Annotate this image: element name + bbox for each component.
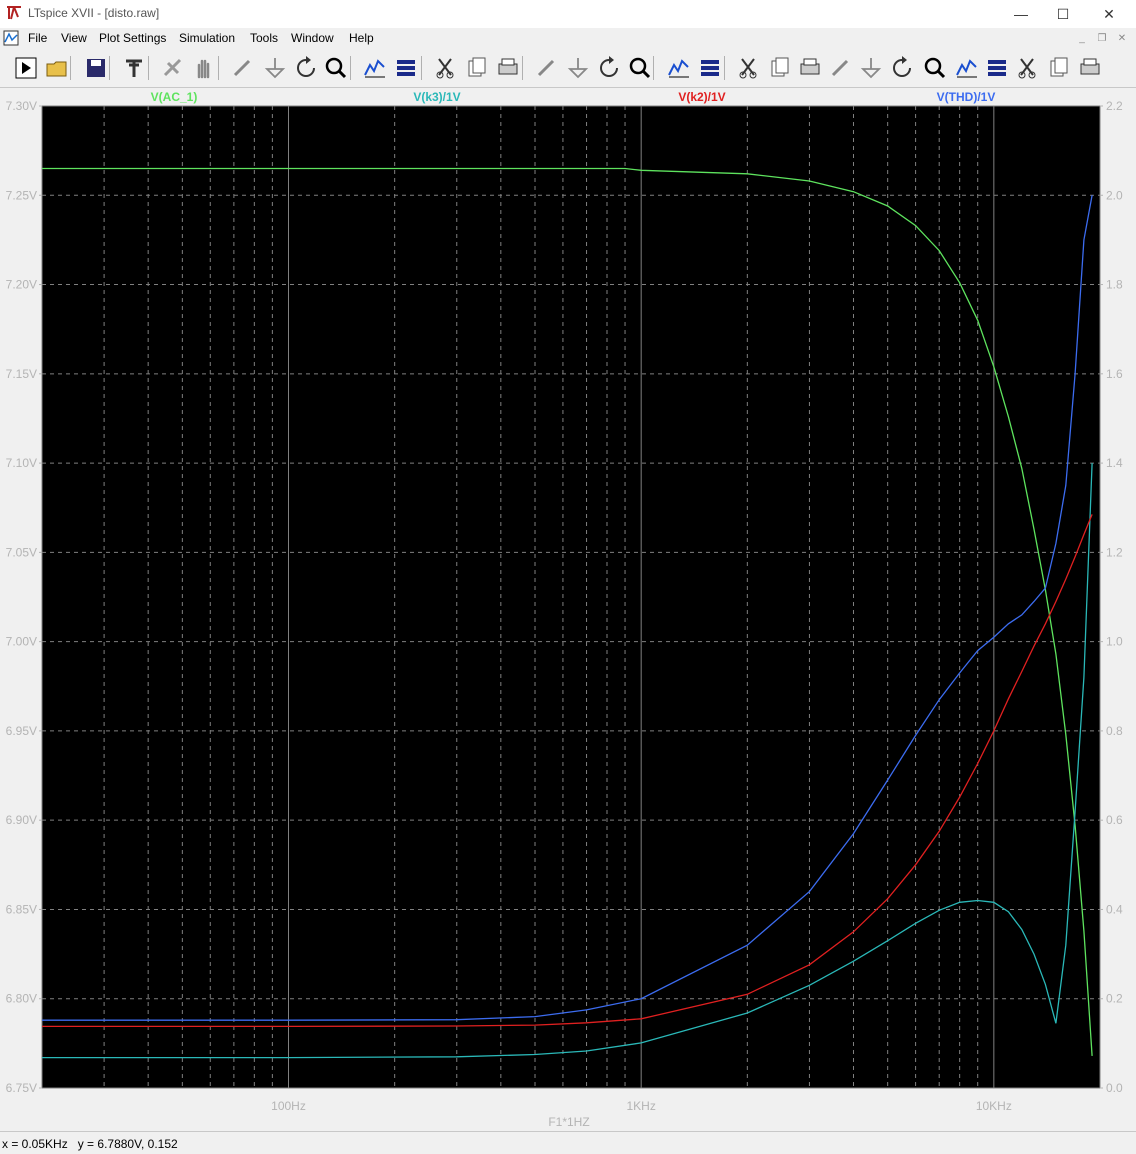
title-bar: LTspice XVII - [disto.raw] — ☐ ✕ <box>0 0 1136 28</box>
x-axis-tick-label: 1KHz <box>626 1099 655 1113</box>
left-axis-tick-label: 7.30V <box>6 99 37 113</box>
inductor-icon[interactable] <box>889 55 915 81</box>
print-preview-icon[interactable] <box>666 55 692 81</box>
x-axis-label: F1*1HZ <box>548 1115 589 1129</box>
tile-horizontal-icon[interactable] <box>433 55 459 81</box>
menu-help[interactable]: Help <box>349 31 374 45</box>
plot-settings-icon[interactable] <box>393 55 419 81</box>
drag-icon[interactable] <box>1015 55 1041 81</box>
right-axis-tick-label: 1.4 <box>1106 456 1123 470</box>
minimize-button[interactable]: — <box>998 0 1044 28</box>
copy-icon[interactable] <box>565 55 591 81</box>
close-button[interactable]: ✕ <box>1086 0 1132 28</box>
right-axis-tick-label: 0.2 <box>1106 992 1123 1006</box>
trace-label[interactable]: V(k2)/1V <box>678 90 725 104</box>
toolbar-separator <box>148 56 149 80</box>
menu-tools[interactable]: Tools <box>250 31 278 45</box>
left-axis-tick-label: 7.05V <box>6 545 37 559</box>
right-axis-tick-label: 2.2 <box>1106 99 1123 113</box>
ltspice-app-icon <box>7 6 21 20</box>
toolbar-separator <box>218 56 219 80</box>
left-axis-tick-label: 7.25V <box>6 188 37 202</box>
waveform-plot[interactable]: 7.30V 7.25V 7.20V 7.15V 7.10V 7.05V 7.00V 6.95V… <box>0 88 1136 1131</box>
left-axis-tick-label: 6.75V <box>6 1081 37 1095</box>
left-axis-tick-label: 6.90V <box>6 813 37 827</box>
menu-file[interactable]: File <box>28 31 47 45</box>
label-icon[interactable] <box>797 55 823 81</box>
toolbar-separator <box>70 56 71 80</box>
right-axis-tick-label: 1.6 <box>1106 367 1123 381</box>
menu-view[interactable]: View <box>61 31 87 45</box>
maximize-button[interactable]: ☐ <box>1040 0 1086 28</box>
side-panel-edge <box>1128 88 1136 1131</box>
autorange-icon[interactable] <box>362 55 388 81</box>
trace-label[interactable]: V(AC_1) <box>151 90 198 104</box>
toolbar-separator <box>724 56 725 80</box>
left-axis-tick-label: 6.80V <box>6 992 37 1006</box>
right-axis-tick-label: 2.0 <box>1106 188 1123 202</box>
halt-icon[interactable] <box>160 55 186 81</box>
toolbar-separator <box>522 56 523 80</box>
left-axis-tick-label: 7.00V <box>6 635 37 649</box>
right-axis-tick-label: 1.0 <box>1106 635 1123 649</box>
left-axis-tick-label: 7.15V <box>6 367 37 381</box>
cancel-zoom-icon[interactable] <box>323 55 349 81</box>
toolbar-separator <box>109 56 110 80</box>
redo-icon[interactable] <box>1077 55 1103 81</box>
move-icon[interactable] <box>984 55 1010 81</box>
pan-icon[interactable] <box>191 55 217 81</box>
right-axis-tick-label: 0.8 <box>1106 724 1123 738</box>
x-axis-tick-label: 100Hz <box>271 1099 306 1113</box>
print-icon[interactable] <box>697 55 723 81</box>
left-axis-tick-label: 7.10V <box>6 456 37 470</box>
cursor-x: x = 0.05KHz <box>2 1137 68 1151</box>
status-bar: x = 0.05KHz y = 6.7880V, 0.152 <box>0 1131 1136 1154</box>
trace-label[interactable]: V(THD)/1V <box>937 90 996 104</box>
open-icon[interactable] <box>44 55 70 81</box>
resistor-icon[interactable] <box>828 55 854 81</box>
menu-bar: File View Plot Settings Simulation Tools… <box>0 28 1136 49</box>
toolbar-separator <box>653 56 654 80</box>
find-icon[interactable] <box>627 55 653 81</box>
cut-icon[interactable] <box>534 55 560 81</box>
control-panel-icon[interactable] <box>121 55 147 81</box>
x-axis-tick-label: 10KHz <box>976 1099 1012 1113</box>
wire-icon[interactable] <box>736 55 762 81</box>
window-title: LTspice XVII - [disto.raw] <box>28 6 160 20</box>
trace-label[interactable]: V(k3)/1V <box>413 90 460 104</box>
zoom-fit-icon[interactable] <box>262 55 288 81</box>
toolbar <box>0 49 1136 88</box>
save-icon[interactable] <box>83 55 109 81</box>
menu-plot-settings[interactable]: Plot Settings <box>99 31 166 45</box>
zoom-in-icon[interactable] <box>230 55 256 81</box>
cursor-readout: x = 0.05KHz y = 6.7880V, 0.152 <box>2 1137 178 1151</box>
right-axis-tick-label: 0.4 <box>1106 902 1123 916</box>
ground-icon[interactable] <box>767 55 793 81</box>
paste-icon[interactable] <box>596 55 622 81</box>
left-axis-tick-label: 7.20V <box>6 278 37 292</box>
cascade-icon[interactable] <box>464 55 490 81</box>
right-axis-tick-label: 0.0 <box>1106 1081 1123 1095</box>
right-axis-tick-label: 1.8 <box>1106 278 1123 292</box>
right-axis-tick-label: 1.2 <box>1106 545 1123 559</box>
waveform-window-icon[interactable] <box>3 30 19 46</box>
left-axis-tick-label: 6.85V <box>6 902 37 916</box>
left-axis-tick-label: 6.95V <box>6 724 37 738</box>
mdi-restore-button[interactable]: ❐ <box>1095 32 1109 45</box>
tile-vertical-icon[interactable] <box>495 55 521 81</box>
right-axis-tick-label: 0.6 <box>1106 813 1123 827</box>
undo-icon[interactable] <box>1046 55 1072 81</box>
capacitor-icon[interactable] <box>858 55 884 81</box>
toolbar-separator <box>350 56 351 80</box>
toolbar-separator <box>421 56 422 80</box>
menu-window[interactable]: Window <box>291 31 334 45</box>
zoom-out-icon[interactable] <box>293 55 319 81</box>
mdi-minimize-button[interactable]: _ <box>1075 32 1089 45</box>
diode-icon[interactable] <box>922 55 948 81</box>
menu-simulation[interactable]: Simulation <box>179 31 235 45</box>
cursor-y: y = 6.7880V, 0.152 <box>77 1137 178 1151</box>
mdi-close-button[interactable]: ✕ <box>1115 32 1129 45</box>
component-icon[interactable] <box>954 55 980 81</box>
run-icon[interactable] <box>13 55 39 81</box>
